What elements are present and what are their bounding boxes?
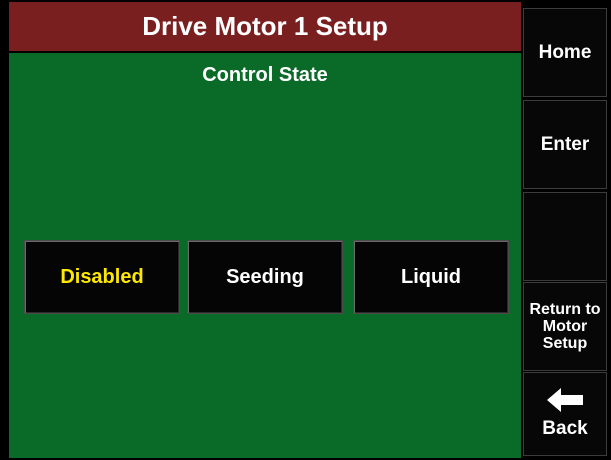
control-state-label: Control State — [202, 64, 328, 86]
blank-button[interactable] — [523, 192, 607, 281]
back-button[interactable]: Back — [523, 372, 607, 456]
seeding-button[interactable]: Seeding — [187, 240, 343, 314]
liquid-button[interactable]: Liquid — [353, 240, 509, 314]
arrow-left-icon — [547, 388, 583, 412]
home-button-label: Home — [538, 41, 592, 63]
enter-button-label: Enter — [540, 133, 590, 155]
sidebar: Home Enter Return to Motor Setup Back — [521, 2, 609, 458]
main-panel: Drive Motor 1 Setup Control State Disabl… — [9, 2, 521, 458]
home-button[interactable]: Home — [523, 8, 607, 97]
page-title: Drive Motor 1 Setup — [9, 2, 521, 53]
back-button-label: Back — [542, 418, 588, 439]
enter-button[interactable]: Enter — [523, 100, 607, 189]
disabled-button[interactable]: Disabled — [24, 240, 180, 314]
return-button-label: Return to Motor Setup — [529, 301, 601, 352]
return-to-motor-setup-button[interactable]: Return to Motor Setup — [523, 282, 607, 371]
screen-frame: Drive Motor 1 Setup Control State Disabl… — [0, 0, 611, 460]
